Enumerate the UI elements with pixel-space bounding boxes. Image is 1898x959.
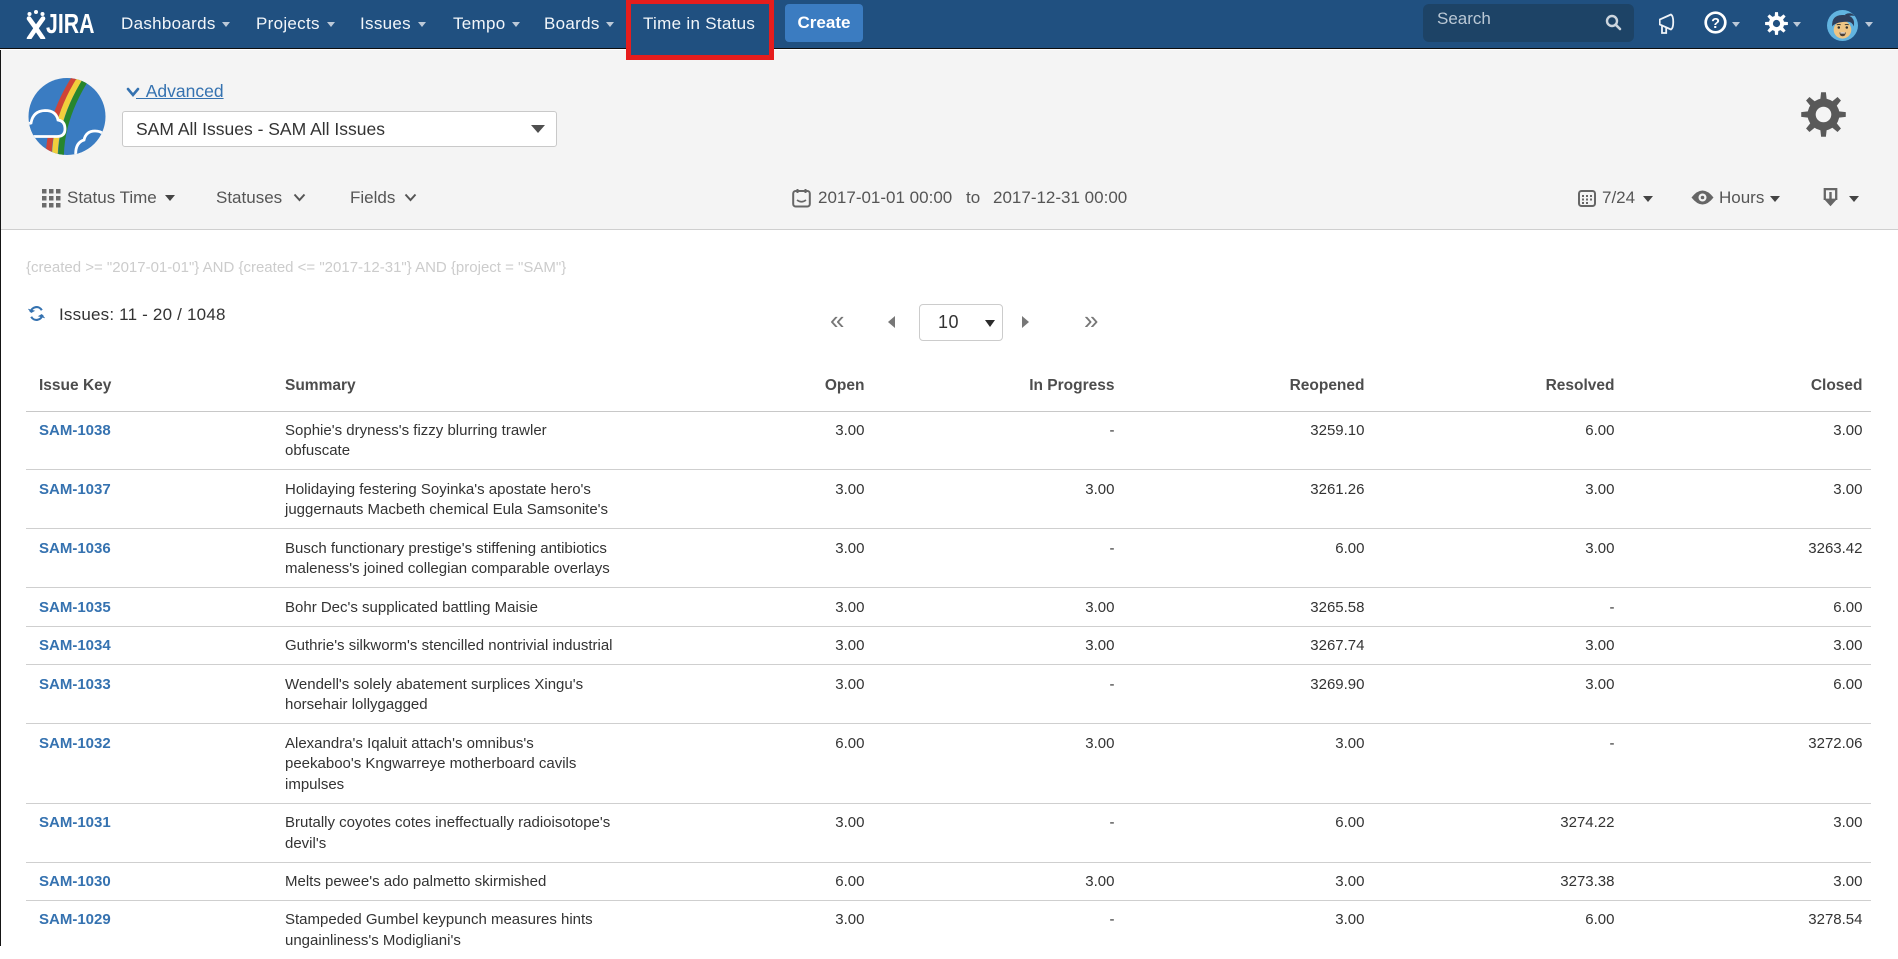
svg-text:?: ? bbox=[1711, 16, 1720, 32]
